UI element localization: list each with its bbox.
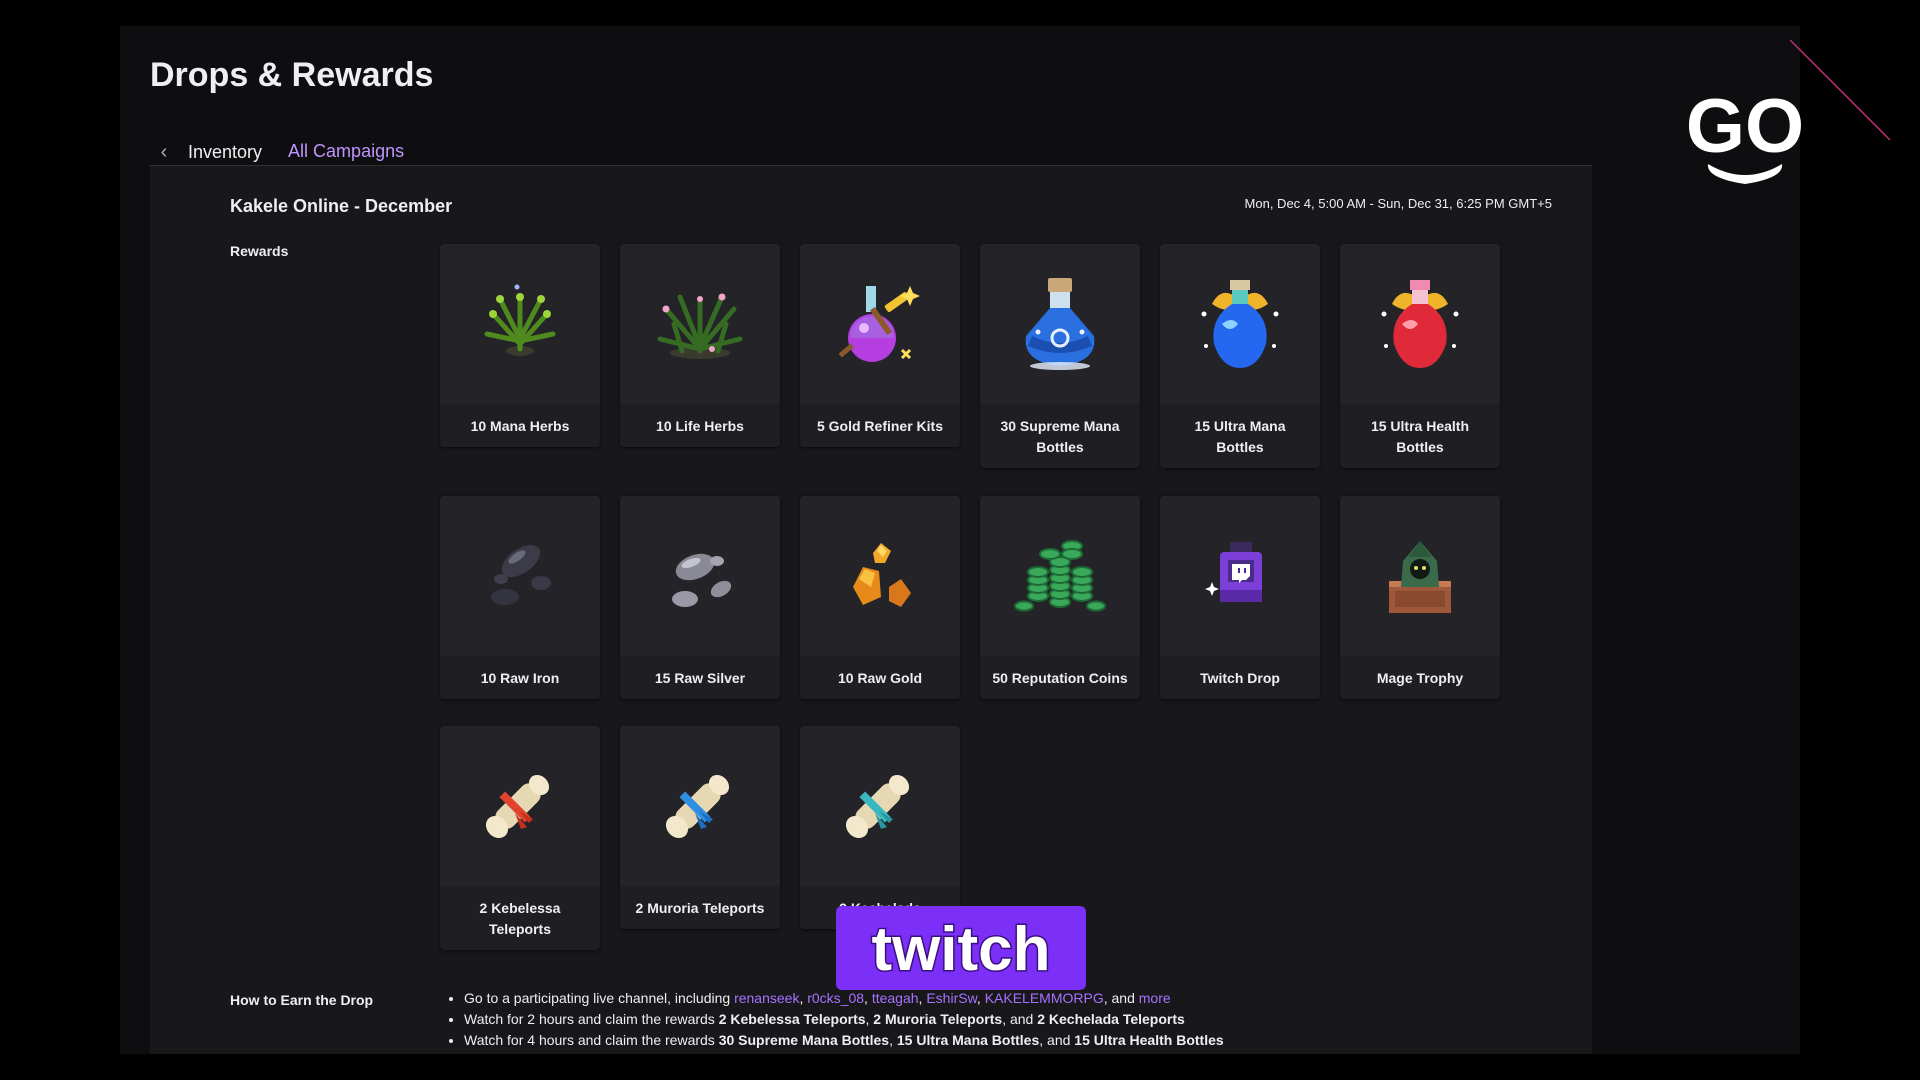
reward-image xyxy=(1340,244,1500,404)
reputation-coins-icon xyxy=(1014,540,1106,612)
reward-label: Twitch Drop xyxy=(1200,670,1280,686)
reward-card[interactable]: 10 Raw Iron xyxy=(440,496,600,699)
reward-image xyxy=(620,244,780,404)
reward-label: 30 Supreme Mana Bottles xyxy=(1000,418,1120,455)
reward-card[interactable]: 30 Supreme Mana Bottles xyxy=(980,244,1140,468)
twitch-drop-icon xyxy=(1205,542,1262,602)
svg-text:GO: GO xyxy=(1686,84,1804,169)
mage-trophy-icon xyxy=(1389,541,1451,613)
reward-image xyxy=(440,726,600,886)
reward-label: 10 Raw Iron xyxy=(480,670,560,686)
reward-card[interactable]: 10 Raw Gold xyxy=(800,496,960,699)
reward-image xyxy=(440,496,600,656)
reward-label: 2 Muroria Teleports xyxy=(635,900,765,916)
supreme-mana-bottle-icon xyxy=(1025,278,1095,370)
reward-card[interactable]: 15 Ultra Health Bottles xyxy=(1340,244,1500,468)
kechelada-teleport-scroll-icon xyxy=(845,774,910,839)
kebelessa-teleport-scroll-icon xyxy=(485,774,550,839)
reward-card[interactable]: 10 Mana Herbs xyxy=(440,244,600,447)
muroria-teleport-scroll-icon xyxy=(665,774,730,839)
gold-refiner-kit-icon xyxy=(838,286,920,362)
reward-label: 10 Life Herbs xyxy=(656,418,744,434)
reward-image xyxy=(1340,496,1500,656)
how-to-earn-list: Go to a participating live channel, incl… xyxy=(448,988,1224,1051)
ultra-health-bottle-icon xyxy=(1381,280,1459,368)
reward-card[interactable]: Mage Trophy xyxy=(1340,496,1500,699)
reward-label: Mage Trophy xyxy=(1376,670,1464,686)
reward-label: 10 Raw Gold xyxy=(837,670,923,686)
reward-label: 10 Mana Herbs xyxy=(470,418,570,434)
reward-label: 15 Ultra Mana Bottles xyxy=(1194,418,1286,455)
twitch-logo: twitch xyxy=(836,906,1086,990)
reward-card[interactable]: 15 Ultra Mana Bottles xyxy=(1160,244,1320,468)
reward-label: 15 Ultra Health Bottles xyxy=(1370,418,1470,455)
list-item: Watch for 4 hours and claim the rewards … xyxy=(464,1030,1224,1051)
reward-image xyxy=(1160,244,1320,404)
campaign-dates: Mon, Dec 4, 5:00 AM - Sun, Dec 31, 6:25 … xyxy=(1244,196,1552,211)
reward-card[interactable]: 5 Gold Refiner Kits xyxy=(800,244,960,447)
reward-label: 2 Kebelessa Teleports xyxy=(479,900,561,937)
drops-panel: Drops & Rewards ‹ Inventory All Campaign… xyxy=(120,26,1800,1054)
chevron-left-icon[interactable]: ‹ xyxy=(150,141,178,164)
channel-link[interactable]: renanseek xyxy=(734,990,799,1006)
reward-image xyxy=(800,496,960,656)
reward-card[interactable]: 2 Muroria Teleports xyxy=(620,726,780,929)
reward-card[interactable]: 2 Kebelessa Teleports xyxy=(440,726,600,950)
how-to-earn-label: How to Earn the Drop xyxy=(230,992,374,1008)
reward-image xyxy=(620,496,780,656)
life-herb-icon xyxy=(657,293,743,359)
reward-card[interactable]: 15 Raw Silver xyxy=(620,496,780,699)
mana-herb-icon xyxy=(484,284,556,356)
more-channels-link[interactable]: more xyxy=(1139,990,1171,1006)
reward-card[interactable]: 50 Reputation Coins xyxy=(980,496,1140,699)
decorative-line xyxy=(1790,40,1891,141)
reward-label: 50 Reputation Coins xyxy=(992,670,1128,686)
reward-image xyxy=(1160,496,1320,656)
rewards-grid: 10 Mana Herbs 10 Life Herbs 5 Gold Refin… xyxy=(440,244,1520,950)
reward-label: 15 Raw Silver xyxy=(654,670,746,686)
reward-card[interactable]: 10 Life Herbs xyxy=(620,244,780,447)
reward-image xyxy=(800,726,960,886)
reward-image xyxy=(800,244,960,404)
reward-card[interactable]: 2 Kechelada xyxy=(800,726,960,929)
svg-text:twitch: twitch xyxy=(871,915,1050,984)
reward-label: 5 Gold Refiner Kits xyxy=(816,418,944,434)
page-title: Drops & Rewards xyxy=(150,56,434,94)
rewards-label: Rewards xyxy=(230,243,289,259)
reward-image xyxy=(980,496,1140,656)
ultra-mana-bottle-icon xyxy=(1201,280,1279,368)
reward-image xyxy=(620,726,780,886)
raw-silver-icon xyxy=(672,553,732,607)
raw-gold-icon xyxy=(853,543,911,607)
list-item: Watch for 2 hours and claim the rewards … xyxy=(464,1009,1224,1030)
raw-iron-icon xyxy=(491,545,551,605)
reward-image xyxy=(980,244,1140,404)
campaign-name: Kakele Online - December xyxy=(230,196,453,216)
reward-image xyxy=(440,244,600,404)
reward-card[interactable]: Twitch Drop xyxy=(1160,496,1320,699)
